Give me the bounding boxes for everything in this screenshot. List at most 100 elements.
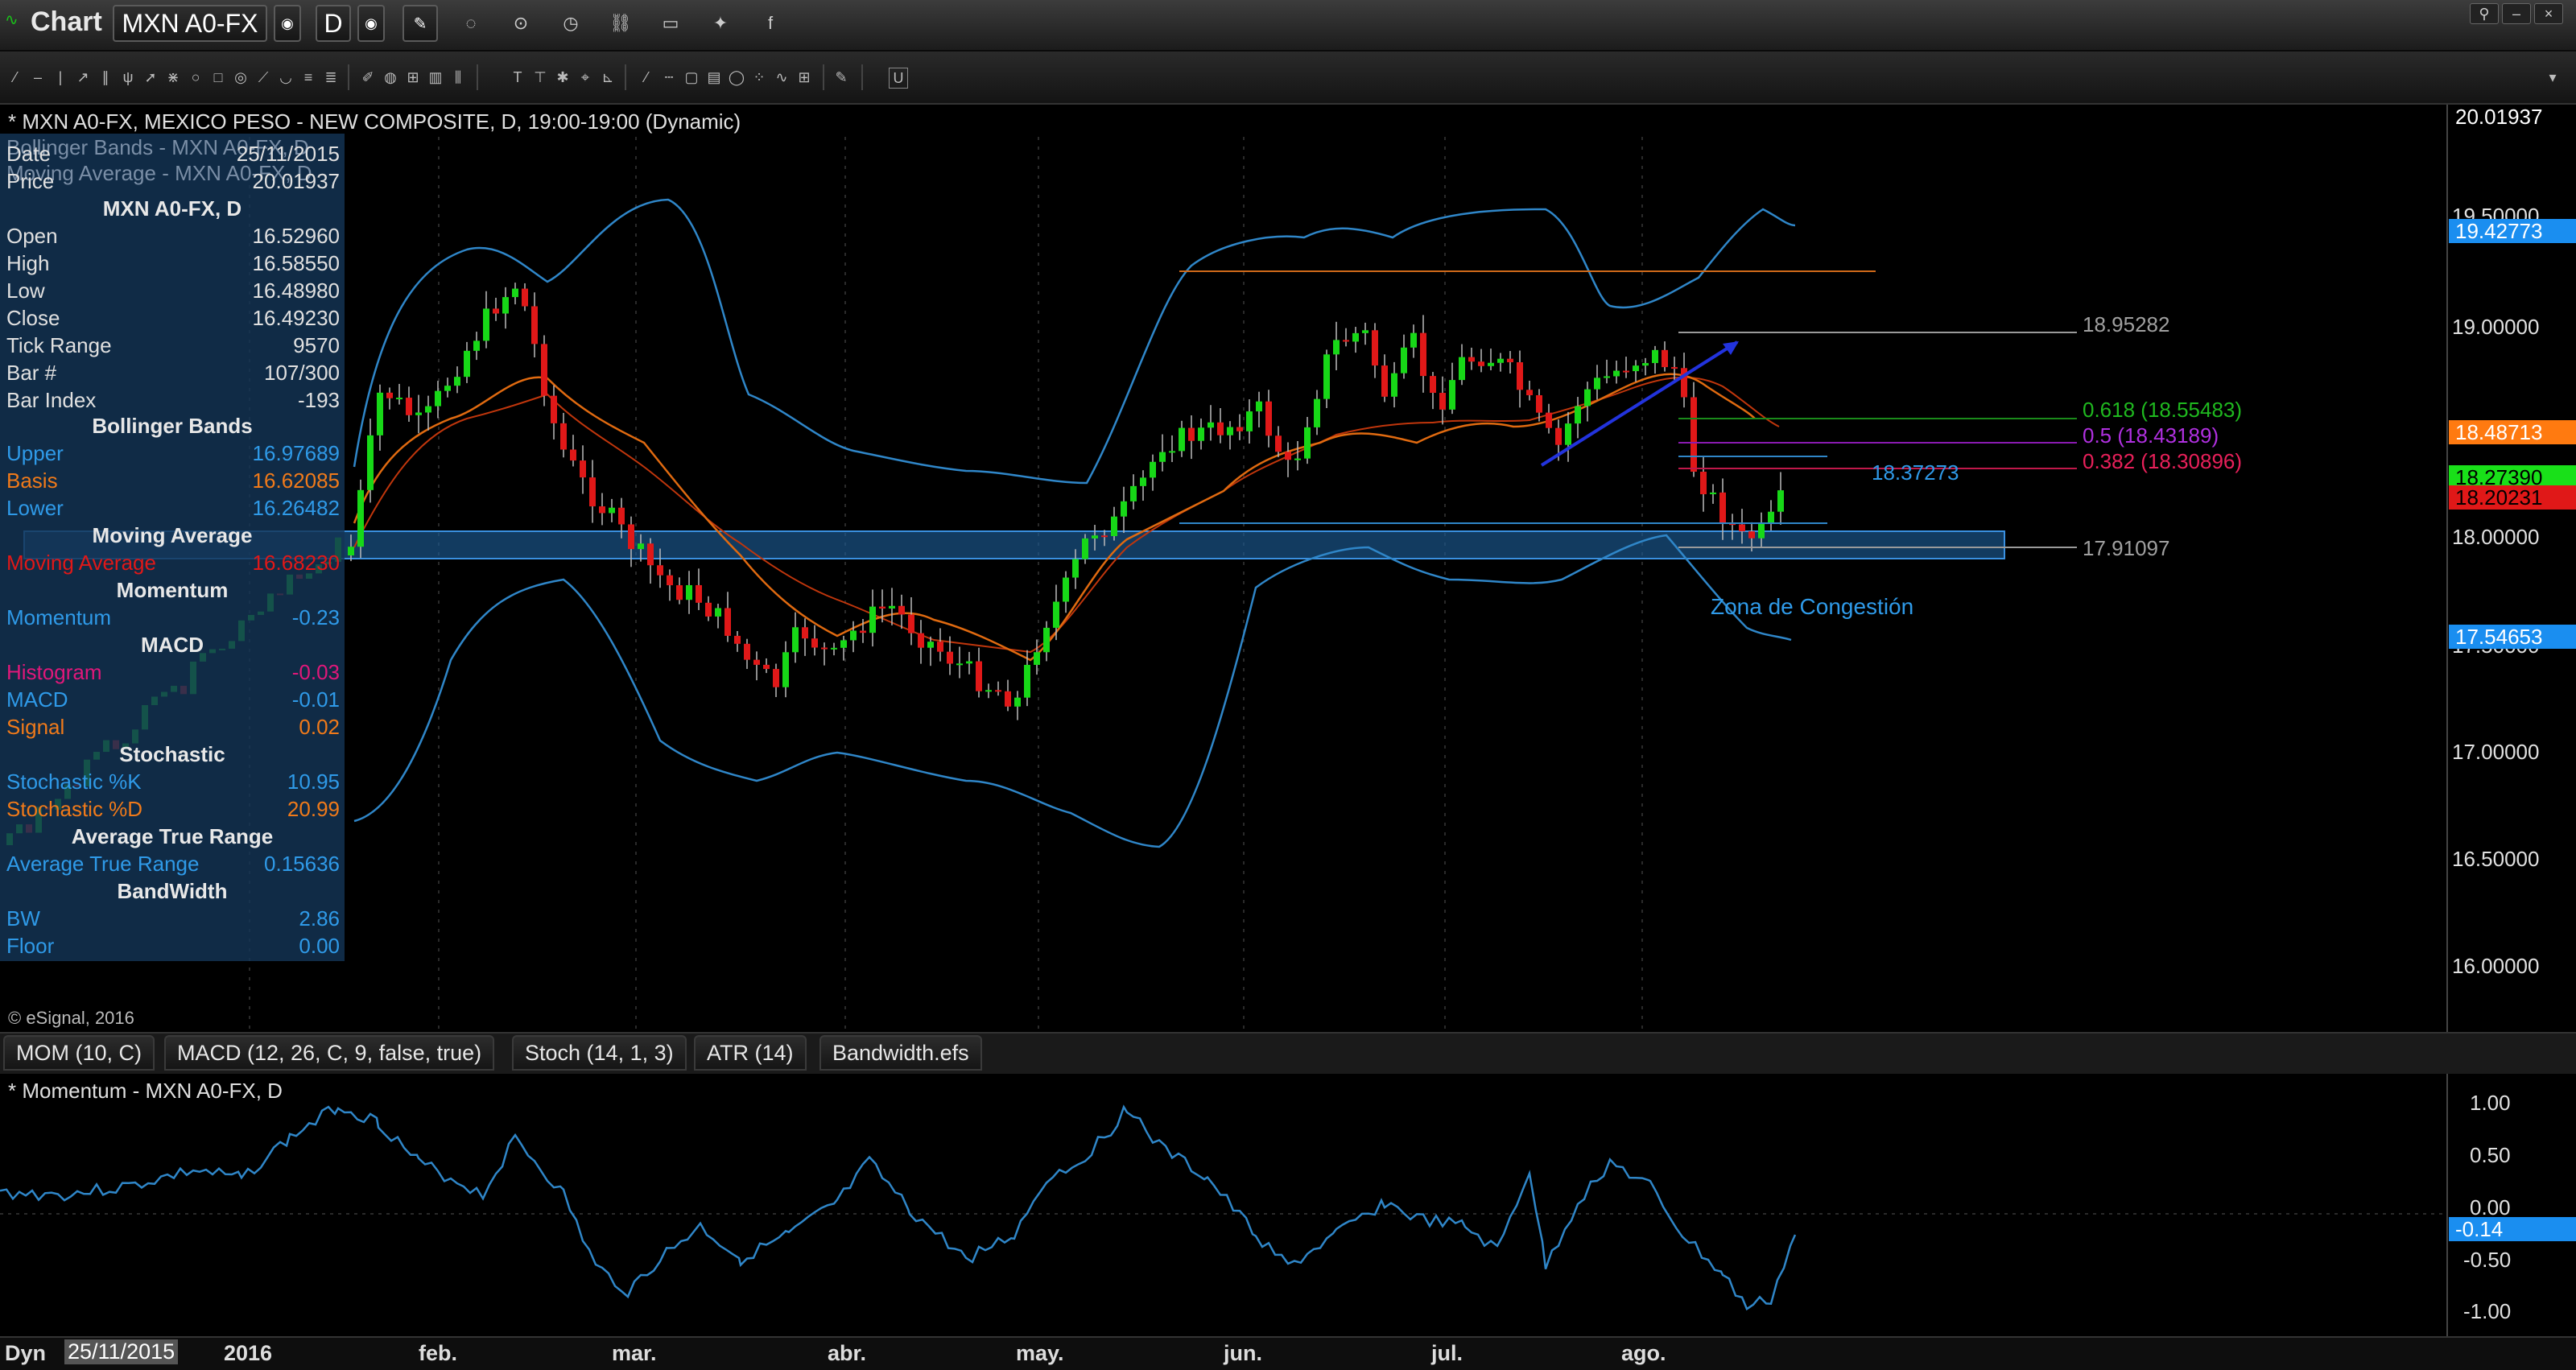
hline-tool-icon[interactable]: – <box>29 68 47 87</box>
dw-label: Floor <box>6 934 55 958</box>
candle-body <box>1449 380 1455 410</box>
dw-label: MACD <box>6 687 68 712</box>
target-tool-icon[interactable]: ⌖ <box>576 68 594 87</box>
dw-symbol-header: MXN A0-FX, D <box>102 196 242 221</box>
dw-label: BW <box>6 906 40 931</box>
fan-tool-icon[interactable]: ⟋ <box>254 68 272 87</box>
dash-style-icon[interactable]: ┄ <box>660 68 678 87</box>
crosshair-icon[interactable]: ⊙ <box>509 11 533 35</box>
candle-body <box>1014 697 1021 707</box>
channel-tool-icon[interactable]: ∥ <box>97 68 114 87</box>
fib-tool-icon[interactable]: ≡ <box>299 68 317 87</box>
momentum-pane[interactable]: * Momentum - MXN A0-FX, D 1.00 0.50 0.00… <box>0 1074 2576 1336</box>
candle-body <box>1198 427 1204 441</box>
line-style-icon[interactable]: ⁄ <box>638 68 655 87</box>
rect-tool-icon[interactable]: □ <box>209 68 227 87</box>
dots-style-icon[interactable]: ⁘ <box>750 68 768 87</box>
candle-body <box>541 344 547 396</box>
bars-tool-icon[interactable]: ▥ <box>427 68 444 87</box>
dw-value: 16.49230 <box>252 306 340 330</box>
candle-body <box>1034 652 1040 665</box>
link-icon[interactable]: ◉ <box>274 5 301 42</box>
wave-style-icon[interactable]: ∿ <box>773 68 791 87</box>
search-icon[interactable]: ⚲ <box>2470 3 2499 24</box>
candle-body <box>1777 490 1784 512</box>
callout-tool-icon[interactable]: ⊤ <box>531 68 549 87</box>
ruler-tool-icon[interactable]: ⊾ <box>599 68 617 87</box>
twitter-icon[interactable]: ✦ <box>708 11 733 35</box>
cursor-icon[interactable]: ◌ <box>459 11 483 35</box>
chat-icon[interactable]: ▭ <box>658 11 683 35</box>
facebook-icon[interactable]: f <box>758 11 782 35</box>
magnet-tool-icon[interactable]: U <box>889 68 908 89</box>
oval-style-icon[interactable]: ◯ <box>728 68 745 87</box>
tab-mom[interactable]: MOM (10, C) <box>3 1035 155 1071</box>
arrow-tool-icon[interactable]: ➚ <box>142 68 159 87</box>
candle-body <box>676 585 683 600</box>
close-icon[interactable]: × <box>2534 3 2563 24</box>
candle-body <box>1024 664 1030 698</box>
candle-body <box>1092 535 1098 539</box>
cycle-tool-icon[interactable]: ◎ <box>232 68 250 87</box>
link-chain-icon[interactable]: ⛓ <box>609 11 633 35</box>
draw-pencil-icon[interactable]: ✎ <box>402 5 438 42</box>
annotation-text[interactable]: Zona de Congestión <box>1711 594 1913 619</box>
ray-tool-icon[interactable]: ↗ <box>74 68 92 87</box>
candle-body <box>1111 516 1117 537</box>
symbol-input[interactable]: MXN A0-FX <box>113 5 267 42</box>
tab-macd[interactable]: MACD (12, 26, C, 9, false, true) <box>164 1035 495 1071</box>
candle-body <box>609 507 615 514</box>
price-chart[interactable]: 18.95282 17.91097 0.618 (18.55483) 0.5 (… <box>0 105 2576 1336</box>
clock-icon[interactable]: ◷ <box>559 11 583 35</box>
fib-ext-tool-icon[interactable]: ≣ <box>322 68 340 87</box>
grid-tool-icon[interactable]: ⊞ <box>404 68 422 87</box>
symbol-tool-icon[interactable]: ✱ <box>554 68 572 87</box>
pitchfork-tool-icon[interactable]: ψ <box>119 68 137 87</box>
dw-value: 16.97689 <box>252 441 340 465</box>
line-tool-icon[interactable]: ⁄ <box>6 68 24 87</box>
dw-value: -0.03 <box>291 660 340 684</box>
interval-link-icon[interactable]: ◉ <box>357 5 385 42</box>
candle-body <box>1314 398 1320 427</box>
candle-body <box>1372 330 1378 366</box>
grid-style-icon[interactable]: ⊞ <box>795 68 813 87</box>
candle-body <box>1565 423 1571 445</box>
box-style-icon[interactable]: ▢ <box>683 68 700 87</box>
toolbar-separator <box>625 64 626 90</box>
cols-tool-icon[interactable]: ⫼ <box>449 68 467 87</box>
interval-input[interactable]: D <box>316 5 351 42</box>
dw-value: 0.15636 <box>264 852 340 876</box>
candle-body <box>686 584 692 600</box>
pen-tool-icon[interactable]: ✐ <box>359 68 377 87</box>
candle-body <box>1101 535 1108 538</box>
dw-value: 16.26482 <box>252 496 340 520</box>
ellipse-tool-icon[interactable]: ○ <box>187 68 204 87</box>
tab-bandwidth[interactable]: Bandwidth.efs <box>819 1035 982 1071</box>
gann-tool-icon[interactable]: ⋇ <box>164 68 182 87</box>
minimize-icon[interactable]: – <box>2502 3 2531 24</box>
line-value-label: 18.37273 <box>1872 460 1959 485</box>
eraser-tool-icon[interactable]: ✎ <box>832 68 850 87</box>
shade-style-icon[interactable]: ▤ <box>705 68 723 87</box>
candle-body <box>570 449 576 461</box>
tab-atr[interactable]: ATR (14) <box>694 1035 807 1071</box>
vline-tool-icon[interactable]: | <box>52 68 69 87</box>
toolbar-menu-icon[interactable]: ▾ <box>2544 68 2562 87</box>
candle-body <box>1140 477 1146 486</box>
dw-stoch-k-row: Stochastic %K 10.95 <box>6 768 340 795</box>
fib-arc-tool-icon[interactable]: ◡ <box>277 68 295 87</box>
candle-body <box>1488 362 1494 366</box>
candle-body <box>406 398 412 415</box>
time-axis[interactable]: Dyn 25/11/2015 2016 feb. mar. abr. may. … <box>0 1336 2576 1370</box>
candle-body <box>782 652 789 687</box>
candle-body <box>560 423 567 450</box>
text-tool-icon[interactable]: T <box>509 68 526 87</box>
dw-label: Basis <box>6 468 58 493</box>
mode-label[interactable]: Dyn <box>5 1341 46 1366</box>
data-window[interactable]: Bollinger Bands - MXN A0-FX, D Moving Av… <box>0 134 345 961</box>
tab-stoch[interactable]: Stoch (14, 1, 3) <box>512 1035 687 1071</box>
dw-atr-header: Average True Range <box>71 824 274 848</box>
fib-high-label: 18.95282 <box>2083 312 2169 336</box>
candle-body <box>1275 435 1282 452</box>
circle-tool-icon[interactable]: ◍ <box>382 68 399 87</box>
